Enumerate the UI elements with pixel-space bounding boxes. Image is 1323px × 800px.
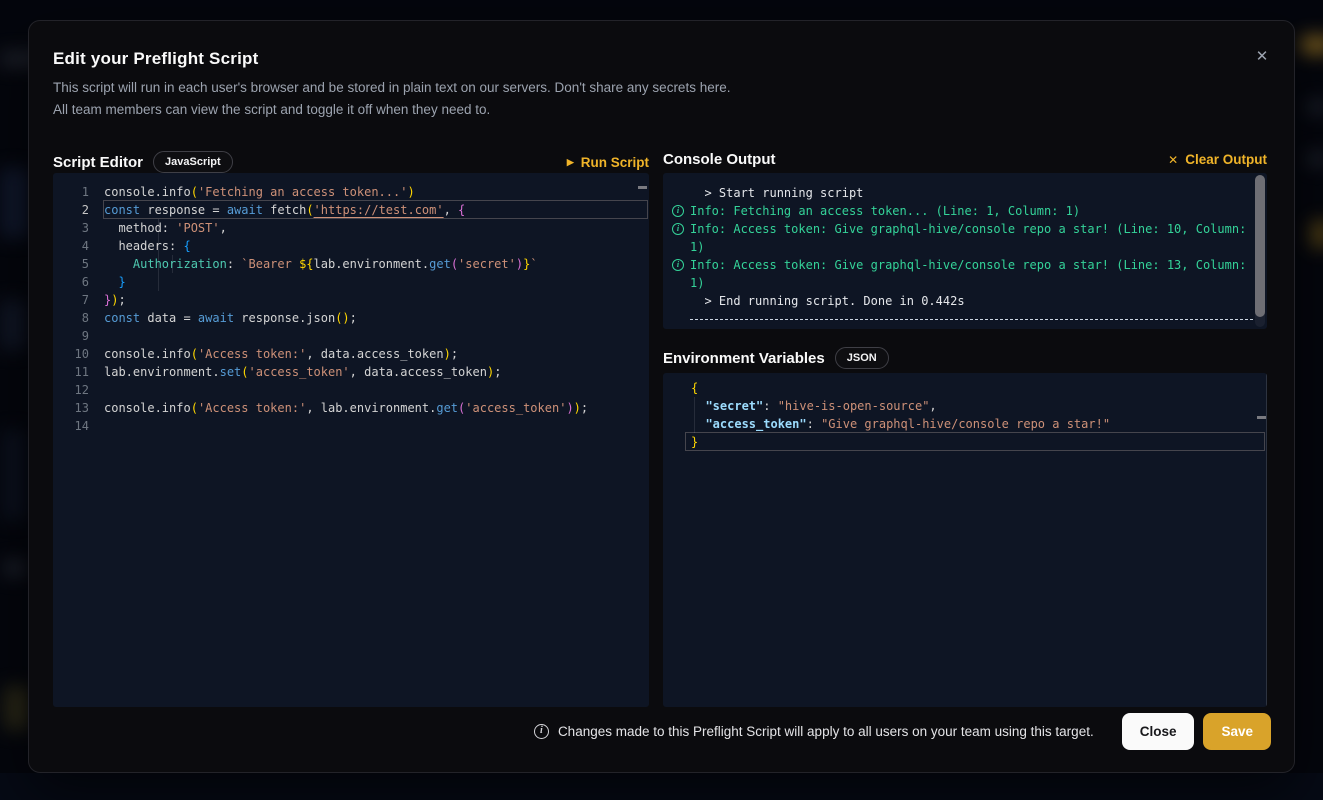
code-line: 13console.info('Access token:', lab.envi… bbox=[53, 399, 649, 417]
dialog-description-line2: All team members can view the script and… bbox=[53, 99, 730, 121]
code-line: 6 } bbox=[53, 273, 649, 291]
line-number: 9 bbox=[53, 327, 89, 345]
json-badge: JSON bbox=[835, 347, 889, 369]
background-page-strip bbox=[0, 773, 1323, 800]
code-line: } bbox=[663, 433, 1267, 451]
info-icon: i bbox=[672, 223, 684, 235]
background-blur-shape bbox=[2, 430, 26, 520]
run-script-label: Run Script bbox=[581, 155, 649, 170]
line-number: 13 bbox=[53, 399, 89, 417]
console-entry: iInfo: Access token: Give graphql-hive/c… bbox=[663, 220, 1267, 256]
line-number: 11 bbox=[53, 363, 89, 381]
line-number: 5 bbox=[53, 255, 89, 273]
background-blur-shape bbox=[1307, 100, 1323, 114]
code-line: 8const data = await response.json(); bbox=[53, 309, 649, 327]
run-script-button[interactable]: ▶ Run Script bbox=[567, 155, 649, 170]
save-button[interactable]: Save bbox=[1203, 713, 1271, 750]
line-number: 7 bbox=[53, 291, 89, 309]
footer-notice-text: Changes made to this Preflight Script wi… bbox=[558, 724, 1094, 739]
preflight-script-dialog: ✕ Edit your Preflight Script This script… bbox=[28, 20, 1295, 773]
background-blur-shape bbox=[0, 300, 26, 350]
line-number: 14 bbox=[53, 417, 89, 435]
console-entry: > Start running script bbox=[663, 184, 1267, 202]
indent-guide bbox=[172, 255, 173, 273]
dialog-title: Edit your Preflight Script bbox=[53, 49, 258, 69]
indent-guide bbox=[158, 219, 159, 291]
code-line: "access_token": "Give graphql-hive/conso… bbox=[663, 415, 1267, 433]
line-number: 3 bbox=[53, 219, 89, 237]
info-icon: i bbox=[534, 724, 549, 739]
indent-guide bbox=[694, 397, 695, 433]
dialog-description-line1: This script will run in each user's brow… bbox=[53, 77, 730, 99]
code-line: { bbox=[663, 379, 1267, 397]
info-icon: i bbox=[672, 205, 684, 217]
close-button[interactable]: Close bbox=[1122, 713, 1195, 750]
console-entry: > End running script. Done in 0.442s bbox=[663, 292, 1267, 310]
info-icon: i bbox=[672, 259, 684, 271]
overview-ruler-mark bbox=[638, 186, 647, 189]
background-blur-shape bbox=[1307, 152, 1323, 166]
console-output-label: Console Output bbox=[663, 151, 776, 168]
code-line: "secret": "hive-is-open-source", bbox=[663, 397, 1267, 415]
console-separator bbox=[690, 319, 1253, 320]
console-entry: iInfo: Fetching an access token... (Line… bbox=[663, 202, 1267, 220]
code-line: 11lab.environment.set('access_token', da… bbox=[53, 363, 649, 381]
line-number: 8 bbox=[53, 309, 89, 327]
code-line: 2const response = await fetch('https://t… bbox=[53, 201, 649, 219]
environment-variables-label: Environment Variables bbox=[663, 350, 825, 367]
background-blur-shape bbox=[1311, 220, 1323, 248]
script-editor[interactable]: 1console.info('Fetching an access token.… bbox=[53, 173, 649, 707]
language-badge: JavaScript bbox=[153, 151, 233, 173]
background-blur-shape bbox=[1301, 36, 1323, 54]
line-number: 6 bbox=[53, 273, 89, 291]
environment-variables-editor[interactable]: { "secret": "hive-is-open-source", "acce… bbox=[663, 373, 1267, 707]
clear-x-icon: ✕ bbox=[1168, 154, 1178, 166]
line-number: 1 bbox=[53, 183, 89, 201]
line-number: 12 bbox=[53, 381, 89, 399]
overview-ruler bbox=[1266, 373, 1267, 707]
code-line: 12 bbox=[53, 381, 649, 399]
console-scrollbar-thumb[interactable] bbox=[1255, 175, 1265, 317]
console-entry: iInfo: Access token: Give graphql-hive/c… bbox=[663, 256, 1267, 292]
code-line: 9 bbox=[53, 327, 649, 345]
code-line: 10console.info('Access token:', data.acc… bbox=[53, 345, 649, 363]
code-line: 1console.info('Fetching an access token.… bbox=[53, 183, 649, 201]
play-icon: ▶ bbox=[567, 158, 574, 167]
code-line: 5 Authorization: `Bearer ${lab.environme… bbox=[53, 255, 649, 273]
console-output[interactable]: > Start running scriptiInfo: Fetching an… bbox=[663, 173, 1267, 329]
clear-output-button[interactable]: ✕ Clear Output bbox=[1168, 152, 1267, 167]
code-line: 14 bbox=[53, 417, 649, 435]
clear-output-label: Clear Output bbox=[1185, 152, 1267, 167]
dialog-footer: i Changes made to this Preflight Script … bbox=[53, 711, 1271, 751]
code-line: 7}); bbox=[53, 291, 649, 309]
code-line: 4 headers: { bbox=[53, 237, 649, 255]
script-editor-label: Script Editor bbox=[53, 154, 143, 171]
code-line: 3 method: 'POST', bbox=[53, 219, 649, 237]
line-number: 2 bbox=[53, 201, 89, 219]
overview-ruler-mark bbox=[1257, 416, 1266, 419]
background-blur-shape bbox=[4, 560, 26, 576]
dialog-description: This script will run in each user's brow… bbox=[53, 77, 730, 121]
console-scrollbar[interactable] bbox=[1255, 175, 1265, 327]
background-blur-shape bbox=[4, 686, 30, 730]
footer-notice: i Changes made to this Preflight Script … bbox=[534, 724, 1094, 739]
line-number: 4 bbox=[53, 237, 89, 255]
close-icon[interactable]: ✕ bbox=[1250, 45, 1274, 69]
background-blur-shape bbox=[0, 168, 30, 238]
line-number: 10 bbox=[53, 345, 89, 363]
